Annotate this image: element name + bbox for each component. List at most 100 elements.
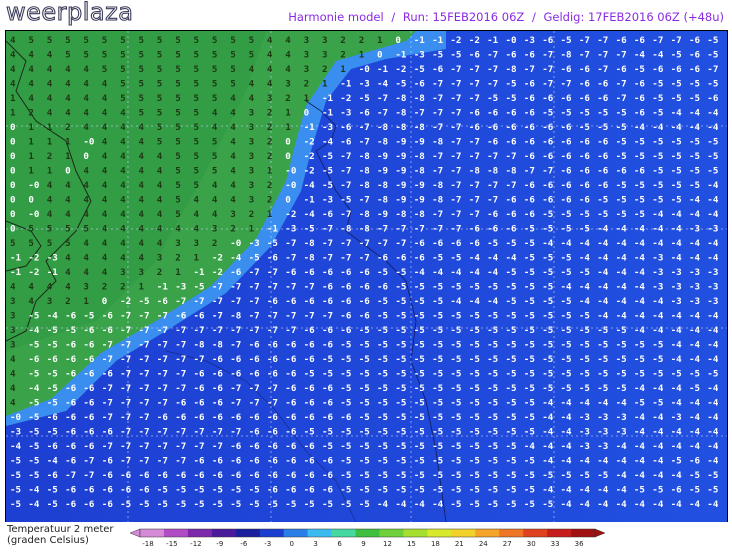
temperature-value: -6 (322, 485, 334, 496)
temperature-value: -7 (377, 108, 388, 119)
temperature-value: -5 (487, 354, 498, 365)
temperature-value: -7 (230, 325, 241, 336)
temperature-value: -7 (65, 470, 76, 481)
temperature-value: -7 (542, 50, 553, 61)
temperature-value: -9 (414, 137, 425, 148)
temperature-value: -4 (28, 485, 40, 496)
temperature-value: -6 (579, 151, 591, 162)
temperature-value: -5 (634, 369, 645, 380)
temperature-value: -6 (285, 383, 297, 394)
temperature-value: -4 (561, 427, 573, 438)
temperature-value: 5 (175, 108, 181, 119)
colorbar-tick-label: -12 (190, 540, 201, 548)
temperature-value: -5 (395, 282, 406, 293)
temperature-value: -7 (83, 470, 94, 481)
temperature-map[interactable]: 4 5 5 5 5 5 5 5 5 5 5 5 5 5 4 4 3 3 2 2 1 0 -1 -1 -2 -2 -1 -0 -3 -6 -5… (5, 30, 728, 523)
temperature-value: -5 (469, 499, 480, 510)
temperature-value: -5 (597, 340, 608, 351)
temperature-value: -6 (322, 470, 334, 481)
temperature-value: -6 (249, 412, 261, 423)
temperature-value: -3 (689, 282, 700, 293)
temperature-value: -5 (487, 485, 498, 496)
temperature-value: -6 (120, 485, 132, 496)
temperature-value: -6 (561, 195, 573, 206)
temperature-value: -6 (634, 79, 646, 90)
temperature-value: 2 (267, 180, 273, 191)
temperature-value: -8 (304, 238, 315, 249)
temperature-value: -6 (175, 412, 187, 423)
temperature-value: -7 (120, 427, 131, 438)
temperature-value: -4 (652, 122, 664, 133)
run-time: Run: 15FEB2016 06Z (402, 10, 525, 24)
temperature-value: 4 (267, 64, 273, 75)
temperature-value: -7 (469, 151, 480, 162)
temperature-value: -5 (212, 485, 223, 496)
temperature-value: -5 (506, 427, 517, 438)
temperature-value: 0 (377, 50, 383, 61)
temperature-value: -1 (322, 93, 334, 104)
temperature-value: -6 (469, 238, 481, 249)
temperature-value: 3 (267, 93, 273, 104)
temperature-value: -6 (359, 108, 371, 119)
temperature-value: -6 (157, 470, 169, 481)
temperature-value: -6 (597, 166, 609, 177)
temperature-value: -5 (579, 325, 590, 336)
temperature-value: -6 (561, 93, 573, 104)
temperature-value: -5 (579, 224, 590, 235)
temperature-value: -5 (689, 151, 700, 162)
temperature-value: -7 (212, 311, 223, 322)
temperature-value: -4 (616, 485, 628, 496)
temperature-value: -5 (83, 311, 94, 322)
temperature-value: -6 (83, 340, 95, 351)
temperature-value: 5 (194, 50, 200, 61)
colorbar-tick-label: 6 (337, 540, 342, 548)
temperature-value: -6 (689, 64, 701, 75)
temperature-value: -6 (322, 456, 334, 467)
temperature-value: 3 (249, 195, 255, 206)
model-name: Harmonie model (288, 10, 384, 24)
temperature-value: -6 (102, 470, 114, 481)
temperature-value: -7 (469, 93, 480, 104)
temperature-value: -3 (707, 224, 718, 235)
temperature-value: -6 (194, 311, 206, 322)
temperature-value: -7 (230, 427, 241, 438)
temperature-value: -6 (285, 296, 297, 307)
temperature-value: -5 (28, 441, 39, 452)
temperature-value: -5 (542, 499, 553, 510)
temperature-value: -7 (469, 64, 480, 75)
temperature-value: -4 (597, 238, 609, 249)
temperature-value: -4 (616, 311, 628, 322)
temperature-value: 4 (194, 209, 200, 220)
temperature-value: -4 (707, 441, 719, 452)
temperature-value: -4 (561, 441, 573, 452)
temperature-value: -1 (395, 50, 407, 61)
temperature-value: 4 (102, 267, 108, 278)
temperature-value: -5 (671, 166, 682, 177)
temperature-value: -5 (28, 427, 39, 438)
brand-logo[interactable]: weerplaza (5, 0, 133, 27)
temperature-value: -9 (395, 151, 406, 162)
temperature-value: -5 (671, 369, 682, 380)
temperature-value: -7 (652, 35, 663, 46)
temperature-value: 1 (10, 93, 16, 104)
temperature-value: 0 (285, 195, 291, 206)
temperature-value: -1 (194, 267, 206, 278)
temperature-value: 5 (120, 35, 126, 46)
temperature-value: -3 (616, 412, 627, 423)
temperature-value: -5 (359, 369, 370, 380)
temperature-value: 1 (359, 50, 365, 61)
temperature-value: -6 (432, 64, 444, 75)
temperature-value: -5 (304, 427, 315, 438)
temperature-value: 5 (175, 93, 181, 104)
temperature-value: -6 (175, 470, 187, 481)
temperature-value: 4 (249, 93, 255, 104)
temperature-value: 4 (157, 224, 163, 235)
temperature-value: -4 (304, 180, 316, 191)
temperature-value: 4 (267, 79, 273, 90)
colorbar-cell (475, 529, 500, 537)
temperature-value: -5 (10, 456, 21, 467)
temperature-value: -6 (634, 166, 646, 177)
temperature-value: 5 (249, 50, 255, 61)
temperature-value: -3 (340, 108, 351, 119)
temperature-value: -7 (542, 166, 553, 177)
